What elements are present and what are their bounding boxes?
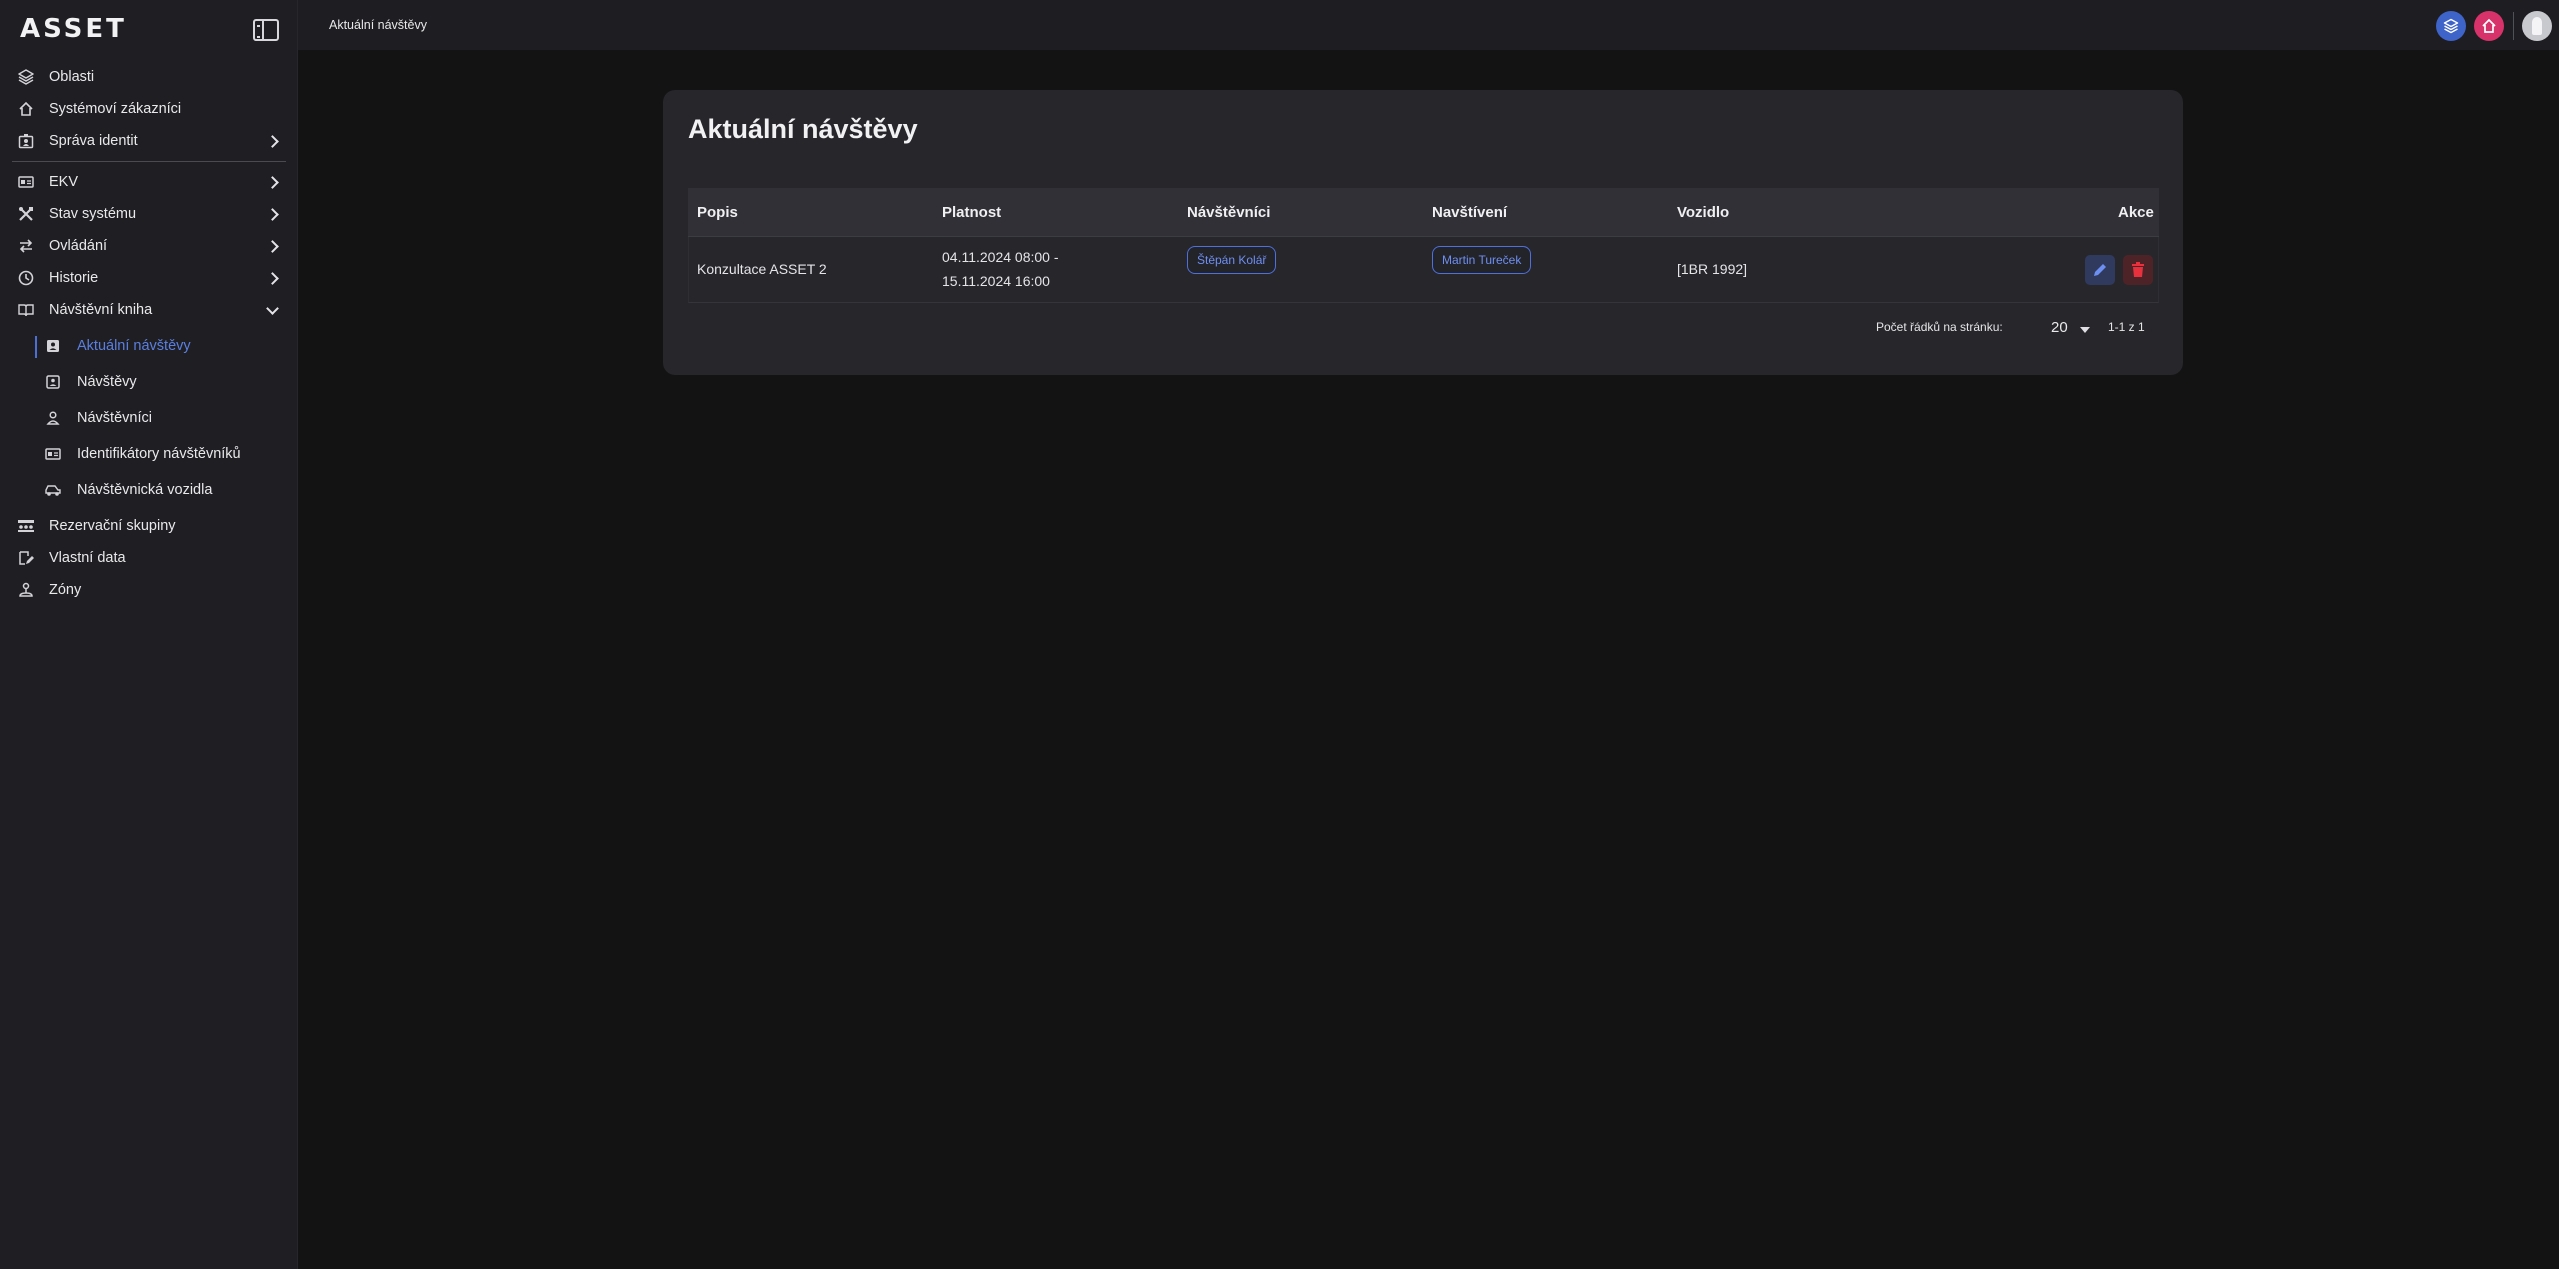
map-marker-icon: [17, 581, 35, 599]
chevron-right-icon: [266, 175, 279, 189]
sidebar-item-label: Stav systému: [49, 206, 137, 222]
column-header-vozidlo[interactable]: Vozidlo: [1677, 204, 1729, 221]
sidebar-item-label: Historie: [49, 270, 99, 286]
tools-icon: [17, 205, 35, 223]
group-icon: [17, 517, 35, 535]
sidebar-item-navstevnici[interactable]: Návštěvníci: [0, 403, 298, 433]
column-header-navstevnici[interactable]: Návštěvníci: [1187, 204, 1270, 221]
sidebar-item-rezervacni-skupiny[interactable]: Rezervační skupiny: [0, 511, 298, 541]
host-chip[interactable]: Martin Tureček: [1432, 246, 1532, 274]
book-icon: [17, 301, 35, 319]
sidebar-item-label: Ovládání: [49, 238, 108, 254]
sidebar-item-ekv[interactable]: EKV: [0, 167, 298, 197]
trash-icon: [2132, 262, 2144, 277]
column-header-platnost[interactable]: Platnost: [942, 204, 1001, 221]
layers-icon: [17, 68, 35, 86]
chevron-down-icon[interactable]: [2080, 327, 2090, 333]
logo-row: ASSET: [0, 0, 297, 60]
chevron-right-icon: [266, 207, 279, 221]
sidebar-item-label: Systémoví zákazníci: [49, 101, 182, 117]
sidebar-item-systemovi-zakaznici[interactable]: Systémoví zákazníci: [0, 94, 298, 124]
chevron-down-icon: [266, 302, 279, 315]
page-title: Aktuální návštěvy: [688, 114, 918, 144]
visitor-chip[interactable]: Štěpán Kolář: [1187, 246, 1277, 274]
app-logo[interactable]: ASSET: [20, 14, 127, 44]
topbar-separator: [2513, 12, 2514, 40]
sidebar-item-label: EKV: [49, 174, 79, 190]
sidebar-item-label: Oblasti: [49, 69, 95, 85]
sidebar-item-sprava-identit[interactable]: Správa identit: [0, 126, 298, 156]
chevron-right-icon: [266, 134, 279, 148]
home-icon[interactable]: [2474, 11, 2504, 41]
chevron-right-icon: [266, 239, 279, 253]
delete-button[interactable]: [2123, 255, 2153, 285]
sidebar-item-label: Návštěvní kniha: [49, 302, 153, 318]
sidebar-item-label: Správa identit: [49, 133, 138, 149]
sidebar-item-navstevni-kniha[interactable]: Návštěvní kniha: [0, 295, 298, 325]
edit-button[interactable]: [2085, 255, 2115, 285]
car-icon: [44, 481, 62, 499]
sidebar-item-navstevnicka-vozidla[interactable]: Návštěvnická vozidla: [0, 475, 298, 505]
sidebar-item-label: Rezervační skupiny: [49, 518, 176, 534]
id-card-icon: [17, 173, 35, 191]
topbar: Aktuální návštěvy: [298, 0, 2559, 50]
column-header-popis[interactable]: Popis: [697, 204, 738, 221]
chevron-right-icon: [266, 271, 279, 285]
clock-icon: [17, 269, 35, 287]
home-icon: [17, 100, 35, 118]
sidebar-item-label: Identifikátory návštěvníků: [77, 446, 241, 462]
table-header: Popis Platnost Návštěvníci Navštívení Vo…: [688, 188, 2159, 237]
contact-card-icon: [44, 337, 62, 355]
sidebar-item-label: Návštěvy: [77, 374, 137, 390]
table-row[interactable]: Konzultace ASSET 2 04.11.2024 08:00 - 15…: [688, 237, 2159, 303]
sidebar-item-zony[interactable]: Zóny: [0, 575, 298, 605]
swap-icon: [17, 237, 35, 255]
rows-per-page-label: Počet řádků na stránku:: [1876, 320, 2003, 334]
sidebar-item-label: Zóny: [49, 582, 82, 598]
sidebar: ASSET Oblasti Systémoví zákazníci Správa…: [0, 0, 298, 1269]
sidebar-item-label: Návštěvnická vozidla: [77, 482, 213, 498]
cell-platnost-to: 15.11.2024 16:00: [942, 273, 1050, 289]
sidebar-item-oblasti[interactable]: Oblasti: [0, 62, 298, 92]
id-card-icon: [44, 445, 62, 463]
sidebar-item-aktualni-navstevy[interactable]: Aktuální návštěvy: [0, 331, 298, 361]
id-badge-icon: [17, 132, 35, 150]
sidebar-item-stav-systemu[interactable]: Stav systému: [0, 199, 298, 229]
column-header-akce: Akce: [2118, 204, 2154, 221]
column-header-navstiveni[interactable]: Navštívení: [1432, 204, 1507, 221]
sidebar-item-identifikatory-navstevniku[interactable]: Identifikátory návštěvníků: [0, 439, 298, 469]
breadcrumb: Aktuální návštěvy: [329, 18, 427, 32]
pagination-range: 1-1 z 1: [2108, 320, 2145, 334]
person-icon: [44, 409, 62, 427]
cell-platnost-from: 04.11.2024 08:00 -: [942, 249, 1059, 265]
visits-table: Popis Platnost Návštěvníci Navštívení Vo…: [688, 188, 2159, 303]
rows-per-page-select[interactable]: 20: [2051, 319, 2068, 336]
contact-card-outline-icon: [44, 373, 62, 391]
current-visits-card: Aktuální návštěvy Popis Platnost Návštěv…: [663, 90, 2183, 375]
sidebar-item-label: Aktuální návštěvy: [77, 338, 191, 354]
sidebar-item-vlastni-data[interactable]: Vlastní data: [0, 543, 298, 573]
cell-vozidlo: [1BR 1992]: [1677, 261, 1748, 277]
sidebar-toggle-icon[interactable]: [253, 19, 279, 41]
sidebar-item-historie[interactable]: Historie: [0, 263, 298, 293]
sidebar-item-label: Vlastní data: [49, 550, 126, 566]
layers-icon[interactable]: [2436, 11, 2466, 41]
sidebar-item-ovladani[interactable]: Ovládání: [0, 231, 298, 261]
edit-note-icon: [17, 549, 35, 567]
avatar[interactable]: [2522, 11, 2552, 41]
sidebar-divider: [12, 161, 286, 162]
cell-popis: Konzultace ASSET 2: [697, 261, 827, 277]
sidebar-item-label: Návštěvníci: [77, 410, 152, 426]
sidebar-item-navstevy[interactable]: Návštěvy: [0, 367, 298, 397]
pencil-icon: [2094, 264, 2106, 276]
